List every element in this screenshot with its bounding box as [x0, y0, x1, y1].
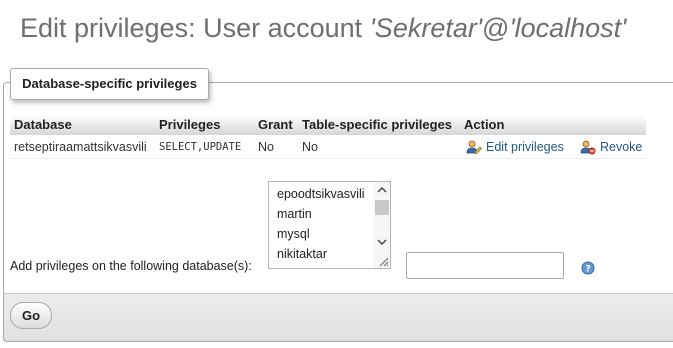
scrollbar-thumb[interactable] — [375, 200, 389, 215]
edit-privileges-icon — [466, 140, 482, 154]
cell-table-specific: No — [302, 140, 318, 154]
database-name-input[interactable] — [406, 252, 564, 279]
scroll-down-icon[interactable] — [377, 238, 387, 249]
database-option[interactable]: epoodtsikvasvili — [277, 184, 365, 204]
revoke-label[interactable]: Revoke — [600, 140, 642, 154]
database-select-list[interactable]: epoodtsikvasvili martin mysql nikitaktar — [268, 181, 391, 269]
header-privileges[interactable]: Privileges — [159, 115, 220, 135]
fieldset-footer — [3, 293, 673, 342]
title-user: 'Sekretar' — [369, 13, 483, 43]
add-privileges-label: Add privileges on the following database… — [10, 259, 252, 273]
header-table-specific[interactable]: Table-specific privileges — [302, 115, 452, 135]
edit-privileges-link[interactable]: Edit privileges — [466, 136, 564, 158]
title-host: 'localhost' — [509, 13, 627, 43]
header-database[interactable]: Database — [14, 115, 72, 135]
database-option[interactable]: nikitaktar — [277, 244, 327, 264]
cell-grant: No — [258, 140, 274, 154]
title-at: @ — [482, 13, 510, 43]
database-option[interactable]: mysql — [277, 224, 310, 244]
title-prefix: Edit privileges: User account — [20, 13, 370, 43]
table-header-row: Database Privileges Grant Table-specific… — [10, 115, 646, 135]
database-option[interactable]: martin — [277, 204, 312, 224]
cell-privileges: SELECT,UPDATE — [159, 141, 242, 153]
cell-database: retseptiraamattsikvasvili — [14, 140, 147, 154]
edit-privileges-label[interactable]: Edit privileges — [486, 140, 564, 154]
svg-text:?: ? — [585, 265, 590, 275]
help-icon[interactable]: ? — [581, 261, 595, 275]
header-action[interactable]: Action — [464, 115, 504, 135]
fieldset-legend: Database-specific privileges — [10, 68, 209, 100]
select-scrollbar[interactable] — [374, 182, 390, 268]
scroll-up-icon[interactable] — [377, 186, 387, 197]
go-button[interactable]: Go — [10, 302, 52, 329]
resize-grip-icon[interactable] — [377, 255, 389, 267]
table-row: retseptiraamattsikvasvili SELECT,UPDATE … — [10, 136, 646, 159]
page-title: Edit privileges: User account 'Sekretar'… — [20, 13, 626, 44]
header-grant[interactable]: Grant — [258, 115, 293, 135]
revoke-user-icon — [580, 140, 596, 155]
revoke-link[interactable]: Revoke — [580, 136, 642, 158]
